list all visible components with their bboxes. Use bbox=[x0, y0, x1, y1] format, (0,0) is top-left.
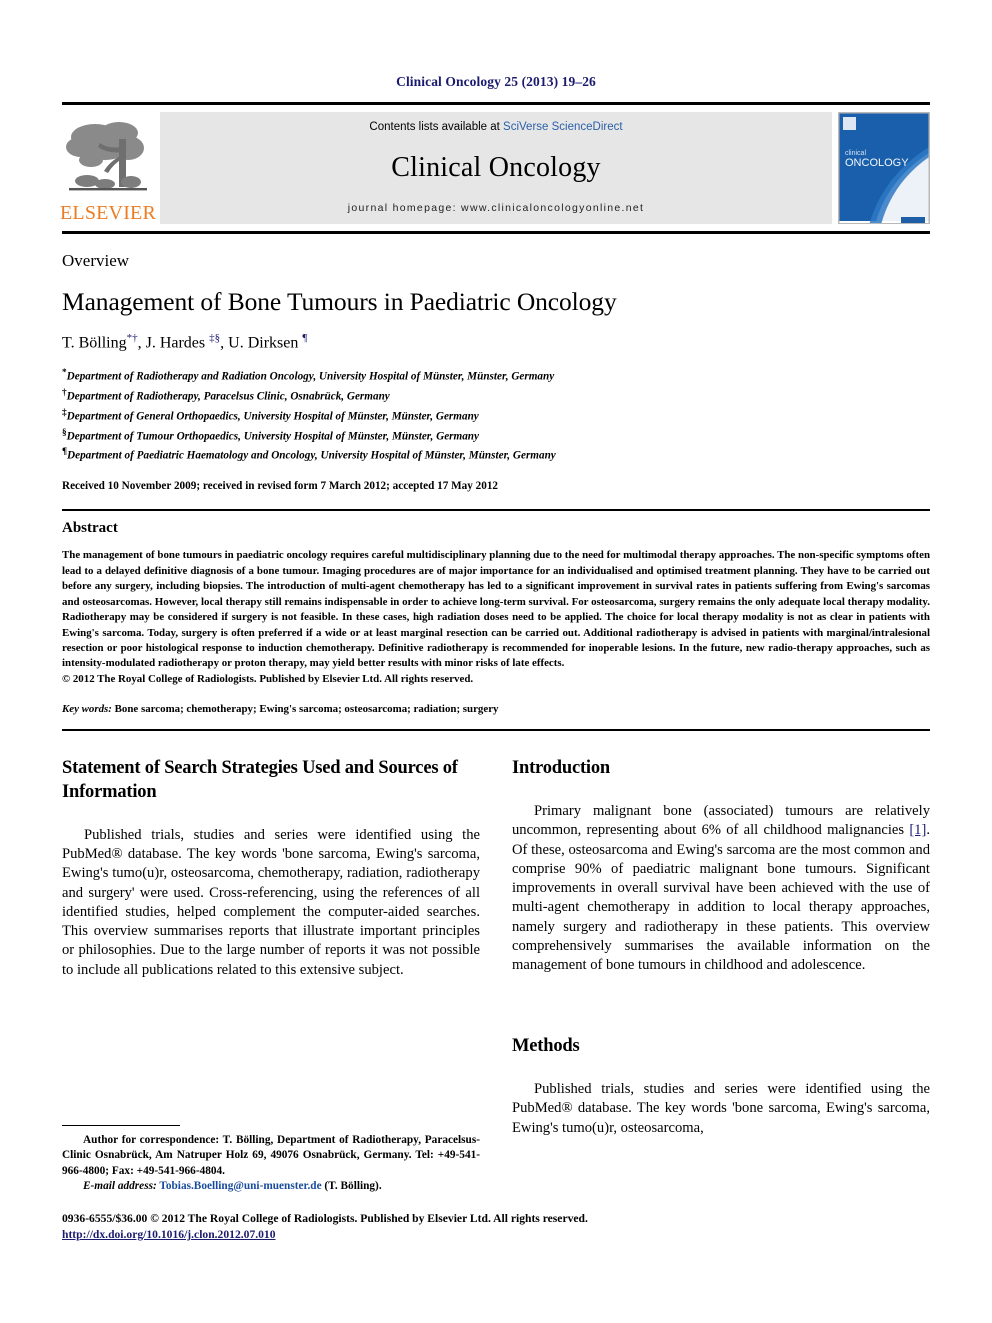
article-page: Clinical Oncology 25 (2013) 19–26 ELSEVI… bbox=[0, 0, 992, 1323]
correspondence-text: Author for correspondence: T. Bölling, D… bbox=[62, 1134, 480, 1177]
author-name-1: T. Bölling bbox=[62, 334, 127, 352]
contents-prefix: Contents lists available at bbox=[369, 121, 504, 133]
journal-title: Clinical Oncology bbox=[391, 151, 601, 183]
doi-link[interactable]: http://dx.doi.org/10.1016/j.clon.2012.07… bbox=[62, 1228, 276, 1241]
introduction-heading: Introduction bbox=[512, 758, 611, 779]
correspondence-footnote: Author for correspondence: T. Bölling, D… bbox=[62, 1125, 480, 1195]
elsevier-tree-icon bbox=[65, 115, 151, 201]
email-label: E-mail address: bbox=[83, 1180, 157, 1193]
received-dates: Received 10 November 2009; received in r… bbox=[62, 480, 499, 493]
abstract-section: Abstract The management of bone tumours … bbox=[62, 509, 930, 732]
affiliation-text: Department of Paediatric Haematology and… bbox=[67, 450, 556, 463]
journal-masthead: ELSEVIER Contents lists available at Sci… bbox=[59, 102, 930, 224]
abstract-paragraph: The management of bone tumours in paedia… bbox=[62, 549, 930, 670]
author-name-2: , J. Hardes bbox=[137, 334, 210, 352]
intro-text-pre: Primary malignant bone (associated) tumo… bbox=[512, 803, 930, 839]
abstract-copyright: © 2012 The Royal College of Radiologists… bbox=[62, 672, 474, 685]
affiliation-item: †Department of Radiotherapy, Paracelsus … bbox=[62, 388, 390, 403]
abstract-heading: Abstract bbox=[62, 520, 118, 537]
methods-heading: Methods bbox=[512, 1036, 580, 1057]
affiliation-item: ‡Department of General Orthopaedics, Uni… bbox=[62, 407, 479, 423]
affiliation-item: ¶Department of Paediatric Haematology an… bbox=[62, 447, 556, 463]
introduction-paragraph: Primary malignant bone (associated) tumo… bbox=[512, 802, 930, 975]
running-head: Clinical Oncology 25 (2013) 19–26 bbox=[396, 74, 596, 89]
email-link[interactable]: Tobias.Boelling@uni-muenster.de bbox=[159, 1180, 321, 1192]
sciencedirect-link[interactable]: SciVerse ScienceDirect bbox=[503, 121, 623, 133]
author-name-3: , U. Dirksen bbox=[220, 334, 303, 352]
issn-copyright-line: 0936-6555/$36.00 © 2012 The Royal Colleg… bbox=[62, 1212, 588, 1225]
svg-text:clinical: clinical bbox=[845, 150, 866, 157]
intro-text-post: . Of these, osteosarcoma and Ewing's sar… bbox=[512, 822, 930, 974]
keywords-text: Bone sarcoma; chemotherapy; Ewing's sarc… bbox=[111, 703, 499, 716]
footnote-text: Author for correspondence: T. Bölling, D… bbox=[62, 1133, 480, 1195]
affiliation-item: *Department of Radiotherapy and Radiatio… bbox=[62, 368, 555, 384]
affiliation-text: Department of Tumour Orthopaedics, Unive… bbox=[66, 430, 479, 443]
column-spacer bbox=[512, 975, 930, 1035]
masthead-bottom-rule bbox=[62, 231, 930, 234]
affiliation-text: Department of Radiotherapy and Radiation… bbox=[66, 371, 555, 384]
footnote-divider bbox=[62, 1125, 180, 1126]
imprint-block: 0936-6555/$36.00 © 2012 The Royal Colleg… bbox=[62, 1212, 930, 1243]
elsevier-logo: ELSEVIER bbox=[59, 112, 157, 224]
affiliation-text: Department of General Orthopaedics, Univ… bbox=[66, 410, 479, 423]
email-suffix: (T. Bölling). bbox=[321, 1180, 382, 1193]
affiliation-list: *Department of Radiotherapy and Radiatio… bbox=[62, 366, 930, 465]
citation-ref-1[interactable]: [1] bbox=[909, 822, 926, 838]
author-list: T. Bölling*†, J. Hardes ‡§, U. Dirksen ¶ bbox=[62, 332, 308, 352]
body-columns: Statement of Search Strategies Used and … bbox=[62, 757, 930, 1137]
search-strategies-heading: Statement of Search Strategies Used and … bbox=[62, 758, 458, 803]
elsevier-wordmark: ELSEVIER bbox=[59, 202, 157, 224]
affiliation-text: Department of Radiotherapy, Paracelsus C… bbox=[66, 390, 390, 403]
abstract-bottom-rule bbox=[62, 729, 930, 732]
contents-lists-line: Contents lists available at SciVerse Sci… bbox=[369, 121, 622, 133]
email-line: E-mail address: Tobias.Boelling@uni-muen… bbox=[62, 1179, 480, 1194]
search-strategies-paragraph: Published trials, studies and series wer… bbox=[62, 826, 480, 978]
abstract-text: The management of bone tumours in paedia… bbox=[62, 548, 930, 687]
journal-homepage[interactable]: journal homepage: www.clinicaloncologyon… bbox=[348, 202, 644, 214]
right-column: Introduction Primary malignant bone (ass… bbox=[512, 757, 930, 1137]
left-column: Statement of Search Strategies Used and … bbox=[62, 757, 480, 1137]
journal-band: Contents lists available at SciVerse Sci… bbox=[160, 112, 832, 224]
keywords-label: Key words: bbox=[62, 703, 112, 716]
article-title: Management of Bone Tumours in Paediatric… bbox=[62, 287, 617, 316]
methods-paragraph: Published trials, studies and series wer… bbox=[512, 1081, 930, 1136]
affiliation-item: §Department of Tumour Orthopaedics, Univ… bbox=[62, 427, 479, 443]
svg-text:ONCOLOGY: ONCOLOGY bbox=[845, 157, 909, 169]
journal-cover-thumbnail[interactable]: clinical ONCOLOGY bbox=[838, 112, 930, 224]
keywords-line: Key words: Bone sarcoma; chemotherapy; E… bbox=[62, 703, 930, 715]
article-type-kicker: Overview bbox=[62, 251, 130, 270]
